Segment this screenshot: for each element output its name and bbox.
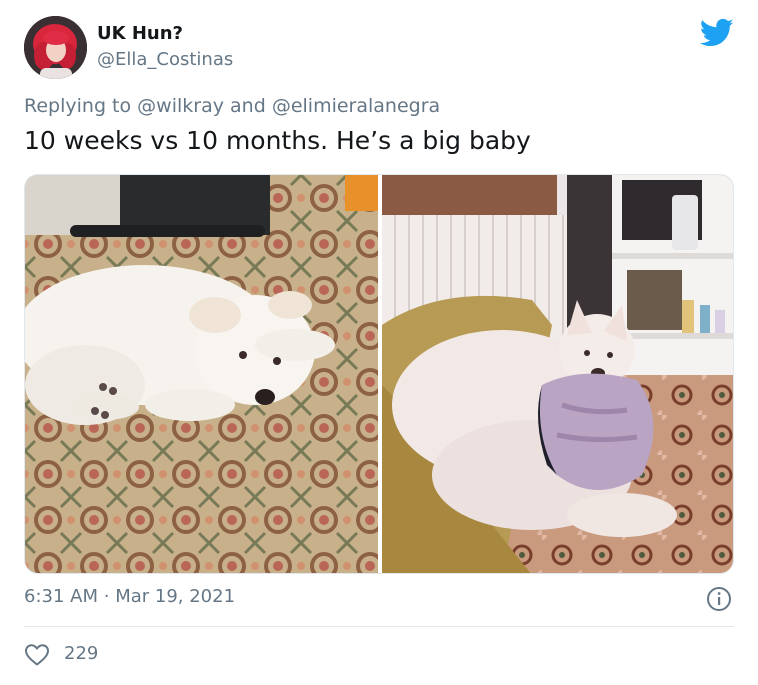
divider	[24, 626, 734, 627]
heart-icon[interactable]	[24, 643, 50, 667]
replying-to-line: Replying to @wilkray and @elimieralanegr…	[24, 95, 440, 117]
replying-conjunction: and	[230, 95, 266, 117]
author-handle[interactable]: @Ella_Costinas	[97, 49, 233, 70]
photo-puppy[interactable]	[25, 175, 378, 573]
like-count: 229	[64, 643, 99, 664]
tweet-text: 10 weeks vs 10 months. He’s a big baby	[24, 126, 531, 155]
mention-link-wilkray[interactable]: @wilkray	[137, 95, 224, 117]
author-name[interactable]: UK Hun?	[97, 23, 183, 44]
tweet-date: Mar 19, 2021	[115, 586, 236, 607]
media-grid	[24, 174, 734, 574]
timestamp-separator: ·	[103, 586, 110, 607]
tweet-time: 6:31 AM	[24, 586, 98, 607]
photo-grown-dog[interactable]	[382, 175, 733, 573]
tweet-card: UK Hun? @Ella_Costinas Replying to @wilk…	[0, 0, 758, 685]
tweet-timestamp[interactable]: 6:31 AM · Mar 19, 2021	[24, 586, 235, 607]
mention-link-elimieralanegra[interactable]: @elimieralanegra	[272, 95, 440, 117]
avatar[interactable]	[24, 16, 87, 79]
replying-prefix: Replying to	[24, 95, 132, 117]
twitter-bird-icon[interactable]	[699, 18, 734, 48]
info-icon[interactable]	[706, 586, 732, 612]
